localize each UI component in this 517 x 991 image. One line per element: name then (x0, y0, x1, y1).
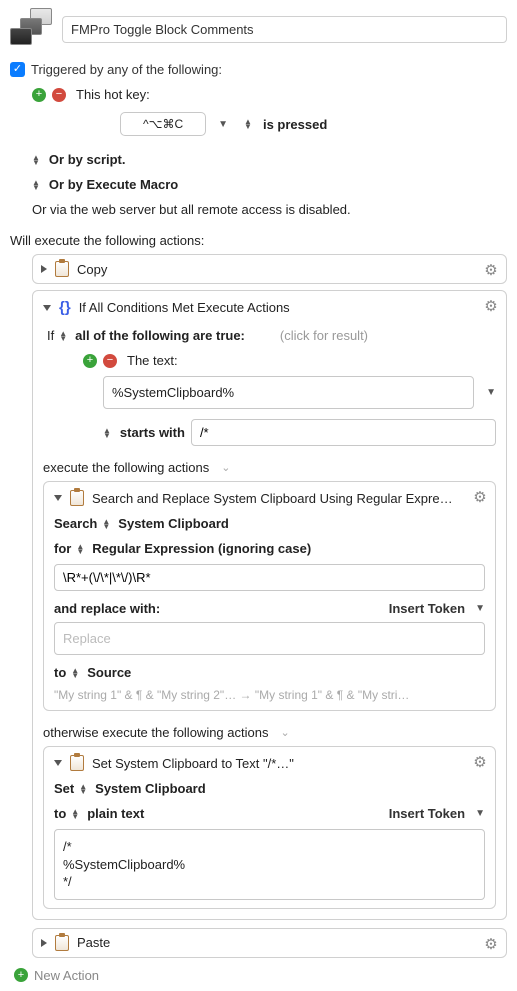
if-label: If (47, 328, 54, 343)
for-label: for (54, 541, 71, 556)
example-preview: "My string 1" & ¶ & "My string 2"… → "My… (54, 688, 485, 702)
by-script-selector[interactable] (32, 155, 40, 165)
to-target: Source (87, 665, 131, 680)
by-execute-macro-selector[interactable] (32, 180, 40, 190)
if-mode-label: all of the following are true: (75, 328, 245, 343)
insert-token-button[interactable]: Insert Token (389, 806, 485, 821)
search-mode-selector[interactable] (76, 544, 84, 554)
operator-value-input[interactable] (191, 419, 496, 446)
otherwise-label: otherwise execute the following actions (43, 725, 268, 740)
clipboard-body-input[interactable]: /* %SystemClipboard% */ (54, 829, 485, 900)
search-target-selector[interactable] (102, 519, 110, 529)
set-label: Set (54, 781, 74, 796)
gear-icon[interactable] (482, 261, 500, 279)
hotkey-label: This hot key: (76, 87, 150, 102)
gear-icon[interactable] (482, 297, 500, 315)
chevron-down-icon[interactable]: ⌄ (280, 726, 289, 739)
web-server-note: Or via the web server but all remote acc… (32, 202, 351, 217)
condition-text-input[interactable]: %SystemClipboard% (103, 376, 474, 409)
disclosure-icon[interactable] (54, 760, 62, 766)
chevron-down-icon (475, 603, 485, 614)
hotkey-state-label: is pressed (263, 117, 327, 132)
disclosure-icon[interactable] (54, 495, 62, 501)
search-target: System Clipboard (118, 516, 229, 531)
by-execute-macro-label: Or by Execute Macro (49, 177, 178, 192)
disclosure-icon[interactable] (41, 939, 47, 947)
new-action-button[interactable]: New Action (10, 968, 507, 983)
clipboard-icon (55, 935, 69, 951)
if-title: If All Conditions Met Execute Actions (79, 300, 290, 315)
clipboard-icon (70, 490, 84, 506)
search-label: Search (54, 516, 97, 531)
add-trigger-button[interactable] (32, 88, 46, 102)
clipboard-icon (55, 261, 69, 277)
remove-trigger-button[interactable] (52, 88, 66, 102)
to-label: to (54, 806, 66, 821)
chevron-down-icon[interactable]: ⌄ (221, 461, 230, 474)
set-clipboard-title: Set System Clipboard to Text "/*…" (92, 756, 294, 771)
set-target-selector[interactable] (79, 784, 87, 794)
disclosure-icon[interactable] (41, 265, 47, 273)
to-target-selector[interactable] (71, 668, 79, 678)
gear-icon[interactable] (471, 753, 489, 771)
to-label: to (54, 665, 66, 680)
action-copy-label: Copy (77, 262, 107, 277)
action-search-replace: Search and Replace System Clipboard Usin… (43, 481, 496, 711)
if-mode-selector[interactable] (59, 331, 67, 341)
search-replace-title: Search and Replace System Clipboard Usin… (92, 491, 453, 506)
add-condition-button[interactable] (83, 354, 97, 368)
pattern-input[interactable] (54, 564, 485, 591)
action-copy[interactable]: Copy (32, 254, 507, 284)
condition-text-menu[interactable] (486, 387, 496, 398)
triggered-checkbox[interactable] (10, 62, 25, 77)
hotkey-menu-icon[interactable] (218, 119, 228, 130)
plus-icon (14, 968, 28, 982)
action-set-clipboard: Set System Clipboard to Text "/*…" Set S… (43, 746, 496, 909)
replace-input[interactable]: Replace (54, 622, 485, 655)
macro-title-input[interactable] (62, 16, 507, 43)
format-selector[interactable] (71, 809, 79, 819)
will-execute-label: Will execute the following actions: (10, 233, 507, 248)
disclosure-icon[interactable] (43, 305, 51, 311)
hotkey-state-selector[interactable] (244, 119, 252, 129)
action-paste[interactable]: Paste (32, 928, 507, 958)
gear-icon[interactable] (471, 488, 489, 506)
triggered-label: Triggered by any of the following: (31, 62, 222, 77)
click-for-result[interactable]: (click for result) (280, 328, 368, 343)
remove-condition-button[interactable] (103, 354, 117, 368)
insert-token-button[interactable]: Insert Token (389, 601, 485, 616)
by-script-label: Or by script. (49, 152, 126, 167)
action-paste-label: Paste (77, 935, 110, 950)
operator-selector[interactable] (103, 428, 111, 438)
set-target: System Clipboard (95, 781, 206, 796)
search-mode: Regular Expression (ignoring case) (92, 541, 311, 556)
the-text-label: The text: (127, 353, 178, 368)
format-label: plain text (87, 806, 144, 821)
gear-icon[interactable] (482, 935, 500, 953)
replace-with-label: and replace with: (54, 601, 160, 616)
braces-icon: {} (59, 299, 71, 316)
operator-label: starts with (120, 425, 185, 440)
hotkey-field[interactable]: ^⌥⌘C (120, 112, 206, 136)
macro-icon (10, 8, 52, 50)
action-if-conditions: {} If All Conditions Met Execute Actions… (32, 290, 507, 920)
chevron-down-icon (475, 808, 485, 819)
execute-actions-label: execute the following actions (43, 460, 209, 475)
clipboard-icon (70, 755, 84, 771)
